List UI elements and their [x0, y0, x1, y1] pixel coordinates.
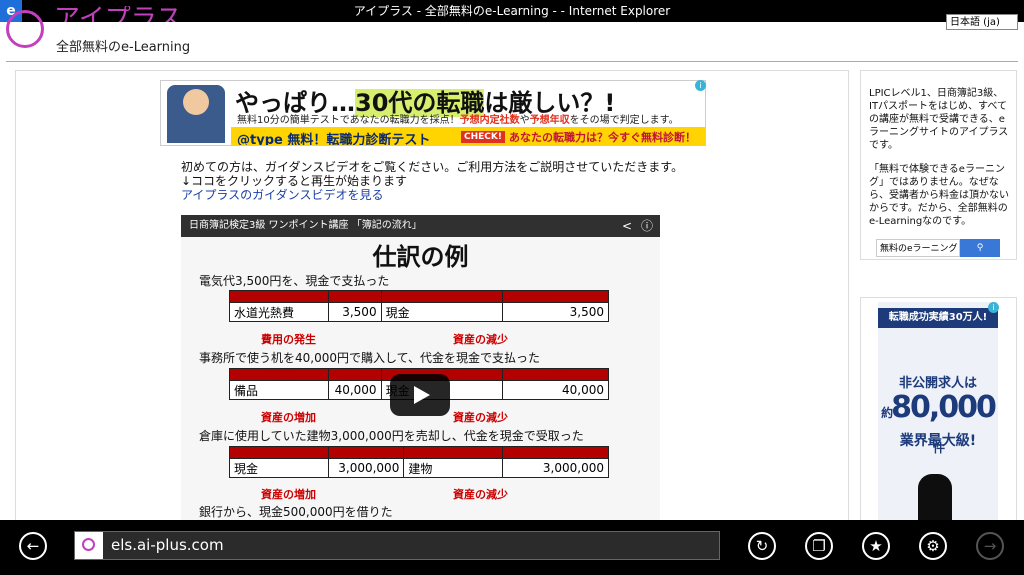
video-title-bar: 日商簿記検定3級 ワンポイント講座 「簿記の流れ」 < ⓘ — [181, 215, 660, 237]
note-left: 費用の発生 — [261, 333, 316, 346]
table-cell: 水道光熱費 — [229, 302, 329, 322]
ad-check-badge: CHECK! — [461, 131, 505, 143]
side-ad-line3: 業界最大級! — [899, 433, 977, 449]
side-ad-info-icon[interactable]: i — [988, 302, 999, 313]
side-ad-prefix: 約 — [881, 406, 893, 420]
table-cell: 現金 — [380, 302, 503, 322]
side-ad-number-value: 80,000 — [891, 390, 997, 425]
table-cell: 40,000 — [327, 380, 382, 400]
example-statement: 銀行から、現金500,000円を借りた — [199, 505, 393, 519]
note-left: 資産の増加 — [261, 488, 316, 501]
journal-table: 借方科目 金額 貸方科目 金額 現金 3,000,000 建物 3,000,00… — [229, 446, 610, 478]
table-cell: 3,000,000 — [501, 458, 610, 478]
table-header-cell: 金額 — [501, 446, 610, 459]
note-right: 資産の減少 — [453, 411, 508, 424]
example-statement: 事務所で使う机を40,000円で購入して、代金を現金で支払った — [199, 351, 541, 365]
table-header-cell: 借方科目 — [229, 368, 329, 381]
favorites-icon[interactable]: ★ — [862, 532, 890, 560]
sidebar-intro-panel: LPICレベル1、日商簿記3級、ITパスポートをはじめ、すべての講座が無料で受講… — [860, 70, 1017, 260]
ad-info-icon[interactable]: i — [695, 80, 706, 91]
table-cell: 3,000,000 — [327, 458, 405, 478]
forward-icon[interactable]: → — [976, 532, 1004, 560]
ad-subtext: 無料10分の簡単テストであなたの転職力を採点！予想内定社数や予想年収をその場で判… — [237, 111, 679, 126]
intro-text: 初めての方は、ガイダンスビデオをご覧ください。ご利用方法をご説明させていただきま… — [181, 160, 683, 202]
header-divider — [6, 61, 1018, 62]
magnifier-icon: ⚲ — [976, 243, 984, 253]
site-logo-text[interactable]: アイプラス — [54, 6, 182, 22]
table-cell: 3,500 — [501, 302, 610, 322]
table-cell: 建物 — [403, 458, 503, 478]
table-header-cell: 金額 — [501, 290, 610, 303]
table-header-cell: 貸方科目 — [380, 290, 503, 303]
language-select[interactable]: 日本語 (ja) — [946, 14, 1018, 30]
sidebar-search-button[interactable]: ⚲ — [960, 239, 1000, 257]
address-bar[interactable]: els.ai-plus.com — [74, 531, 720, 560]
example-statement: 電気代3,500円を、現金で支払った — [199, 274, 390, 288]
sidebar-intro-text: LPICレベル1、日商簿記3級、ITパスポートをはじめ、すべての講座が無料で受講… — [869, 88, 1009, 151]
table-header-cell: 金額 — [327, 368, 382, 381]
tabs-icon[interactable]: ❐ — [805, 532, 833, 560]
note-right: 資産の減少 — [453, 333, 508, 346]
table-cell: 現金 — [229, 458, 329, 478]
table-header-cell: 借方科目 — [229, 290, 329, 303]
ad-banner[interactable]: やっぱり…30代の転職は厳しい？! 無料10分の簡単テストであなたの転職力を採点… — [160, 80, 706, 146]
tools-icon[interactable]: ⚙ — [919, 532, 947, 560]
note-left: 資産の増加 — [261, 411, 316, 424]
table-header-cell: 金額 — [327, 290, 382, 303]
address-url[interactable]: els.ai-plus.com — [111, 532, 224, 559]
table-header-cell: 貸方科目 — [403, 446, 503, 459]
side-ad-top: 転職成功実績30万人! — [878, 308, 998, 328]
ad-cta[interactable]: あなたの転職力は？今すぐ無料診断！ — [509, 129, 696, 145]
ad-sub-red1: 予想内定社数 — [459, 115, 520, 126]
table-cell: 40,000 — [501, 380, 610, 400]
side-ad-person — [918, 474, 952, 522]
ad-person-illustration — [167, 85, 225, 143]
table-cell: 備品 — [229, 380, 329, 400]
back-icon[interactable]: ← — [19, 532, 47, 560]
table-header-cell: 金額 — [501, 368, 610, 381]
site-logo-icon[interactable] — [6, 10, 44, 48]
intro-line1: 初めての方は、ガイダンスビデオをご覧ください。ご利用方法をご説明させていただきま… — [181, 160, 684, 174]
sidebar-intro-text2: 「無料で体験できるeラーニング」ではありません。なぜなら、受講者から料金は頂かな… — [869, 164, 1009, 227]
side-ad-line1: 非公開求人は — [898, 376, 977, 391]
site-tagline: 全部無料のe-Learning — [56, 40, 191, 55]
example-statement: 倉庫に使用していた建物3,000,000円を売却し、代金を現金で受取った — [199, 429, 584, 443]
play-button-icon[interactable] — [390, 374, 450, 416]
ad-sub-post: をその場で判定します。 — [569, 115, 679, 126]
table-cell: 3,500 — [327, 302, 382, 322]
video-title[interactable]: 日商簿記検定3級 ワンポイント講座 「簿記の流れ」 — [189, 220, 422, 231]
table-header-cell: 金額 — [327, 446, 405, 459]
ad-sub-mid: や — [519, 115, 530, 126]
guidance-video-link[interactable]: アイプラスのガイダンスビデオを見る — [181, 188, 383, 202]
video-player[interactable]: 日商簿記検定3級 ワンポイント講座 「簿記の流れ」 < ⓘ 仕訳の例 電気代3,… — [181, 215, 660, 520]
note-right: 資産の減少 — [453, 488, 508, 501]
slide-title: 仕訳の例 — [372, 243, 469, 271]
side-ad-banner[interactable]: 転職成功実績30万人! 非公開求人は 約80,000件 業界最大級! — [878, 302, 998, 522]
ad-sub-pre: 無料10分の簡単テストであなたの転職力を採点！ — [237, 115, 460, 126]
intro-line2: ↓ココをクリックすると再生が始まります — [181, 174, 408, 188]
refresh-icon[interactable]: ↻ — [748, 532, 776, 560]
info-icon[interactable]: ⓘ — [641, 215, 653, 237]
ad-brand: @type 無料！転職力診断テスト — [237, 133, 431, 146]
share-icon[interactable]: < — [622, 215, 632, 237]
sidebar-search-input[interactable]: 無料のeラーニング — [876, 239, 960, 257]
ad-sub-red2: 予想年収 — [529, 115, 570, 126]
journal-table: 借方科目 金額 貸方科目 金額 水道光熱費 3,500 現金 3,500 — [229, 290, 610, 322]
site-favicon-icon — [75, 532, 103, 559]
table-header-cell: 借方科目 — [229, 446, 329, 459]
